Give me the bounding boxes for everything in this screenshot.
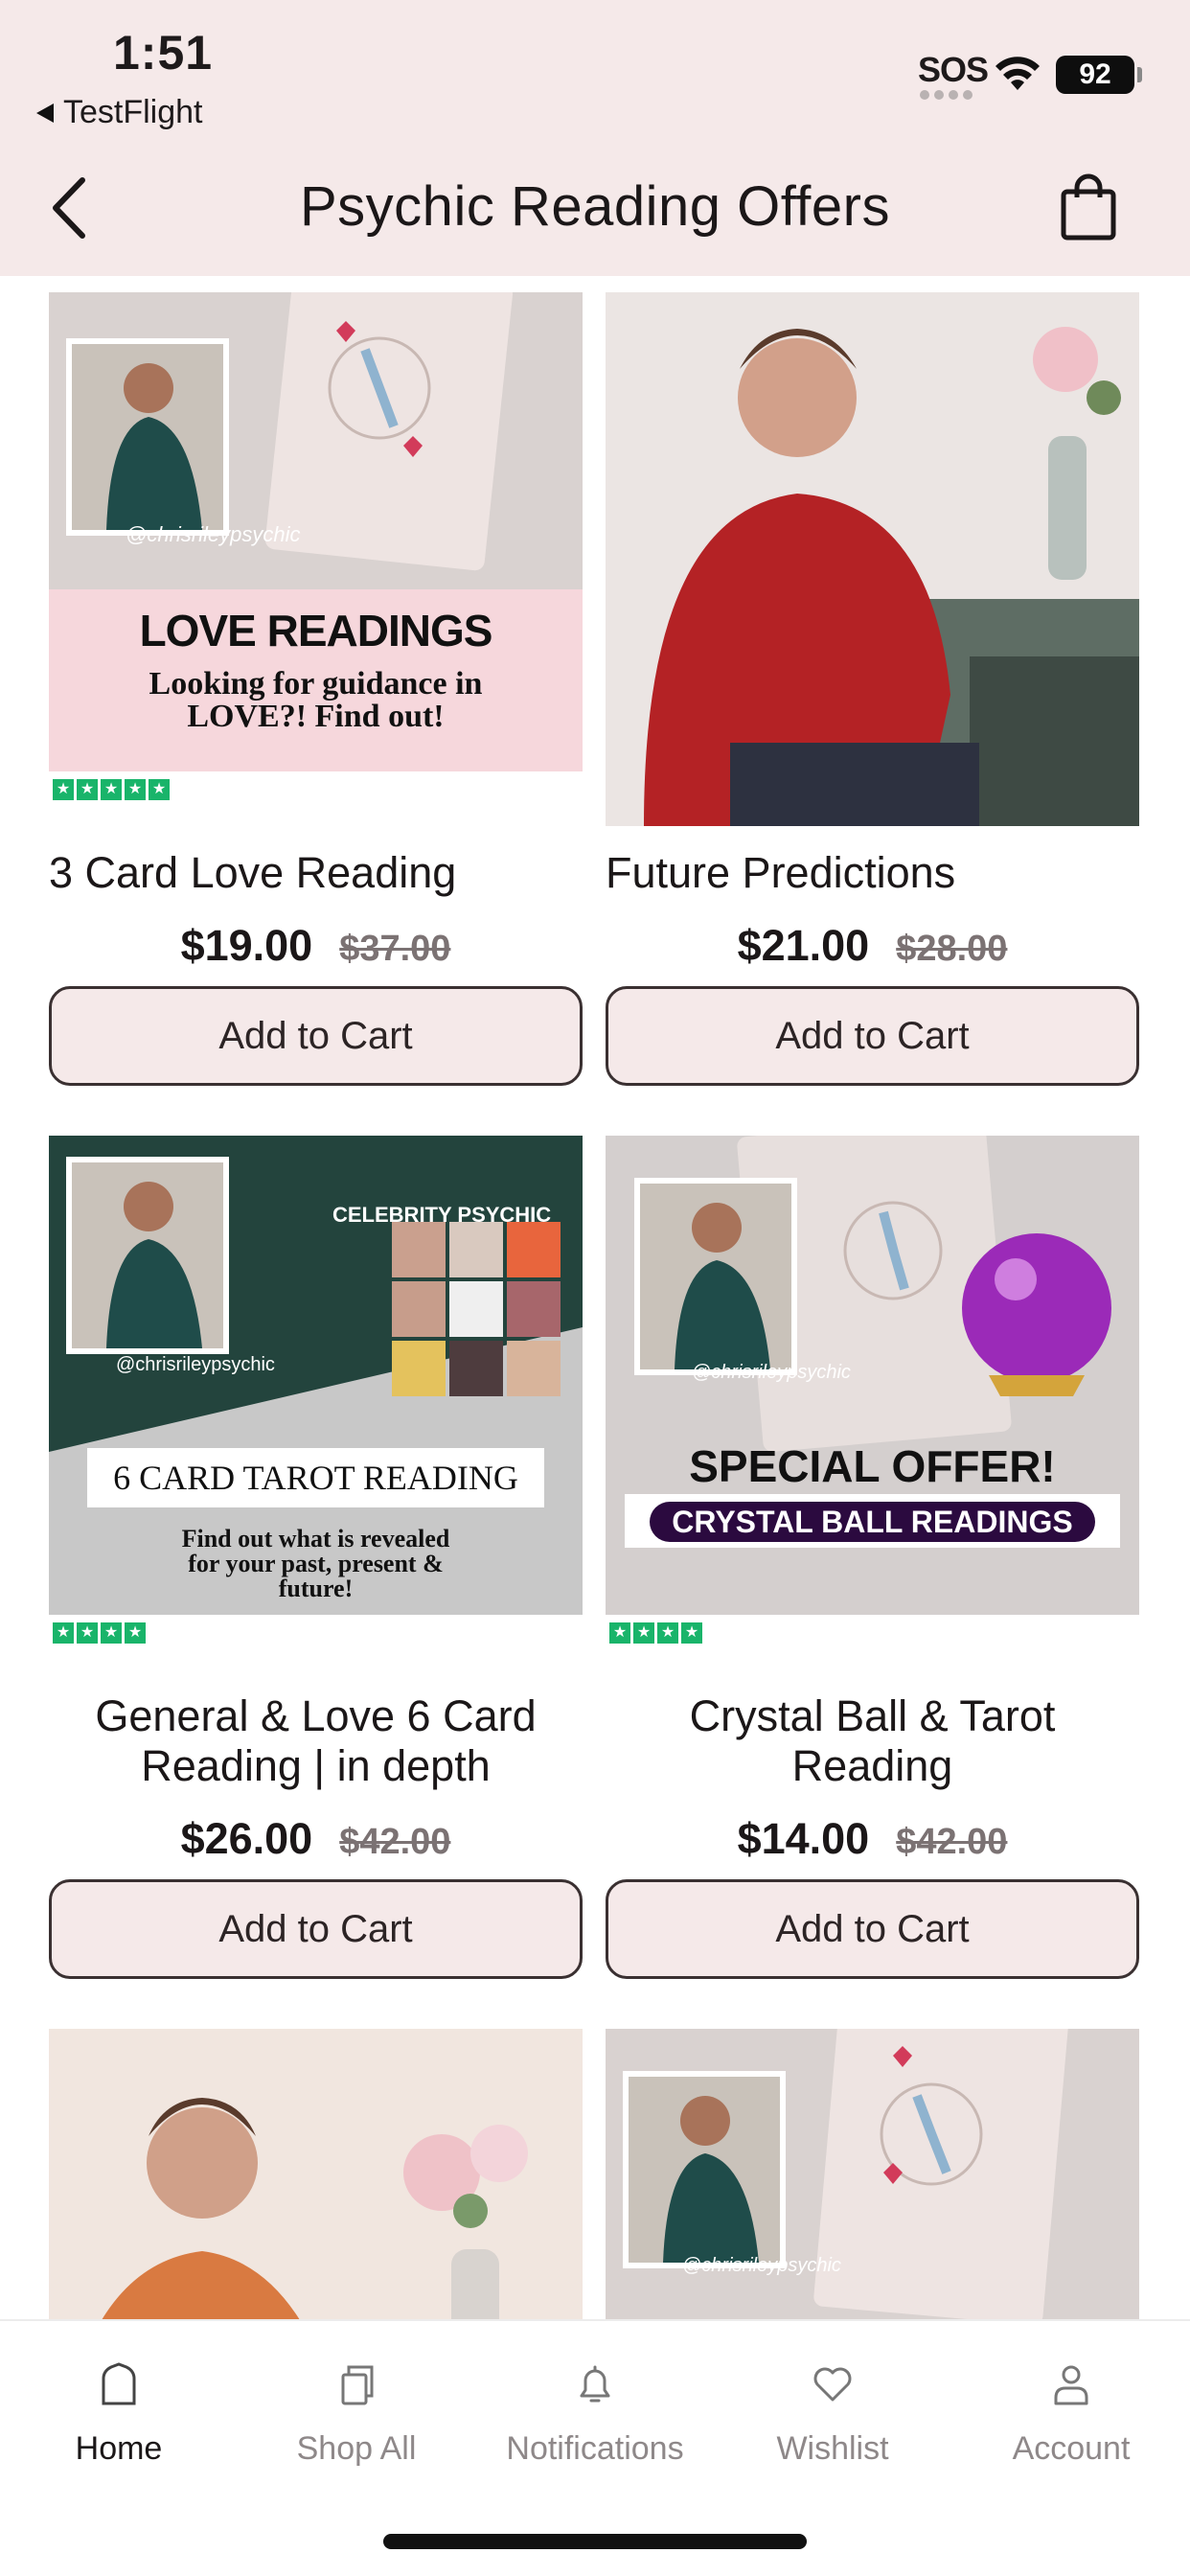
product-card[interactable] <box>49 2029 583 2319</box>
tab-account[interactable]: Account <box>952 2342 1190 2468</box>
watermark-text: @chrisrileypsychic <box>116 1354 275 1375</box>
tab-label: Wishlist <box>776 2430 889 2467</box>
tab-home[interactable]: Home <box>0 2342 238 2468</box>
home-indicator <box>383 2534 807 2549</box>
tab-label: Account <box>1012 2430 1131 2467</box>
product-name[interactable]: Future Predictions <box>606 848 1139 898</box>
watermark-text: @chrisrileypsychic <box>682 2255 841 2276</box>
back-app-label: TestFlight <box>63 94 203 130</box>
rating-stars: ★ ★ ★ ★ <box>53 1622 146 1644</box>
status-time: 1:51 <box>113 26 214 80</box>
add-to-cart-button[interactable]: Add to Cart <box>606 986 1139 1086</box>
sale-price: $21.00 <box>737 921 870 970</box>
price-row: $26.00 $42.00 <box>49 1814 583 1864</box>
back-triangle-icon <box>36 103 54 123</box>
rating-stars: ★ ★ ★ ★ ★ <box>53 779 170 800</box>
copy-icon <box>341 2365 374 2405</box>
product-card[interactable]: ★ ★ ★ ★ CELEBRITY PSYCHIC @chrisrileypsychi… <box>49 1136 583 1979</box>
page-title: Psychic Reading Offers <box>300 175 890 238</box>
tab-label: Notifications <box>506 2430 684 2467</box>
add-to-cart-button[interactable]: Add to Cart <box>49 1879 583 1979</box>
tab-wishlist[interactable]: Wishlist <box>714 2342 951 2468</box>
wifi-icon <box>995 57 1040 90</box>
back-to-app-link[interactable]: TestFlight <box>36 94 203 131</box>
banner-subtitle: CRYSTAL BALL READINGS <box>650 1502 1095 1542</box>
compare-price: $42.00 <box>339 1822 451 1862</box>
product-image[interactable] <box>606 292 1139 826</box>
battery-tip <box>1137 67 1142 82</box>
tab-shop-all[interactable]: Shop All <box>238 2342 475 2468</box>
product-image[interactable]: ★ ★ ★ ★ ★ @chrisrileypsychic LOVE READINGS L… <box>49 292 583 826</box>
carrier-label: SOS <box>918 50 989 89</box>
sale-price: $14.00 <box>737 1814 870 1863</box>
battery-indicator: 92 <box>1056 56 1134 94</box>
product-card[interactable]: ★ ★ ★ ★ ★ @chrisrileypsychic LOVE READINGS L… <box>49 292 583 1088</box>
compare-price: $37.00 <box>339 929 451 969</box>
product-image[interactable]: ★ ★ ★ ★ CELEBRITY PSYCHIC @chrisrileypsychi… <box>49 1136 583 1669</box>
product-card[interactable]: Future Predictions $21.00 $28.00 Add to … <box>606 292 1139 1088</box>
tab-notifications[interactable]: Notifications <box>476 2342 714 2468</box>
tab-label: Home <box>75 2430 163 2467</box>
price-row: $21.00 $28.00 <box>606 921 1139 971</box>
bell-icon <box>580 2365 610 2403</box>
watermark-text: @chrisrileypsychic <box>126 522 301 546</box>
shopping-bag-icon[interactable] <box>1054 172 1123 242</box>
price-row: $19.00 $37.00 <box>49 921 583 971</box>
product-image[interactable] <box>49 2029 583 2319</box>
heart-icon <box>813 2367 852 2402</box>
product-card[interactable]: ★ ★ ★ ★ @chrisrileypsychic SPECIAL OFFER! C… <box>606 1136 1139 1979</box>
compare-price: $28.00 <box>896 929 1008 969</box>
home-icon <box>102 2362 136 2405</box>
banner-title: 6 CARD TAROT READING <box>113 1459 518 1497</box>
add-to-cart-button[interactable]: Add to Cart <box>49 986 583 1086</box>
banner-title: LOVE READINGS <box>139 606 493 656</box>
product-name[interactable]: General & Love 6 Card Reading | in depth <box>49 1691 583 1791</box>
product-name[interactable]: 3 Card Love Reading <box>49 848 583 898</box>
sale-price: $19.00 <box>180 921 313 970</box>
banner-tag: CELEBRITY PSYCHIC <box>332 1203 552 1227</box>
signal-dots <box>920 90 973 100</box>
tab-label: Shop All <box>296 2430 417 2467</box>
banner-subtitle: Find out what is revealed for your past,… <box>181 1525 450 1602</box>
compare-price: $42.00 <box>896 1822 1008 1862</box>
add-to-cart-button[interactable]: Add to Cart <box>606 1879 1139 1979</box>
top-bar: 1:51 TestFlight SOS 92 Psychic Reading O… <box>0 0 1190 276</box>
chevron-left-icon[interactable] <box>46 174 94 242</box>
product-card[interactable]: @chrisrileypsychic <box>606 2029 1139 2319</box>
product-image[interactable]: @chrisrileypsychic <box>606 2029 1139 2319</box>
rating-stars: ★ ★ ★ ★ <box>609 1622 702 1644</box>
banner-subtitle: Looking for guidance in LOVE?! Find out! <box>149 666 483 734</box>
banner-title: SPECIAL OFFER! <box>689 1441 1056 1491</box>
price-row: $14.00 $42.00 <box>606 1814 1139 1864</box>
product-image[interactable]: ★ ★ ★ ★ @chrisrileypsychic SPECIAL OFFER! C… <box>606 1136 1139 1669</box>
user-icon <box>1054 2365 1088 2405</box>
watermark-text: @chrisrileypsychic <box>692 1362 851 1383</box>
sale-price: $26.00 <box>180 1814 313 1863</box>
product-name[interactable]: Crystal Ball & Tarot Reading <box>606 1691 1139 1791</box>
